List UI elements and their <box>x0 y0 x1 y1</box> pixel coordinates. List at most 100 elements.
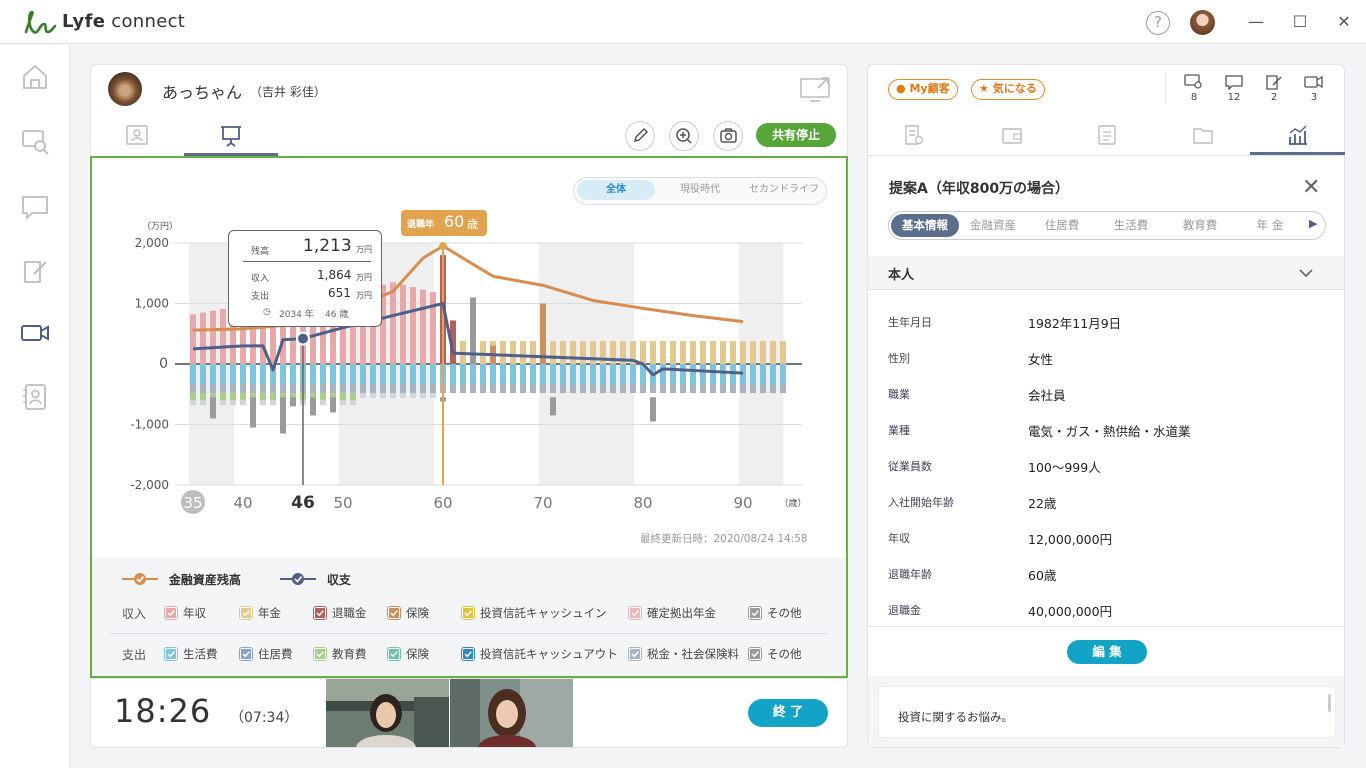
tax-expense-bar <box>540 383 546 394</box>
pension-bar <box>510 341 516 364</box>
legend-item[interactable]: 年収 <box>164 605 206 621</box>
other-expense-bar <box>310 397 316 416</box>
legend-item[interactable]: 年金 <box>239 605 281 621</box>
video-call-icon[interactable] <box>20 318 50 348</box>
pension-bar <box>780 341 786 364</box>
stat-notes[interactable]: 2 <box>1259 74 1289 103</box>
y-unit-label: （万円） <box>142 221 178 232</box>
pill-housing[interactable]: 住居費 <box>1032 214 1092 237</box>
living-expense-bar <box>210 364 216 384</box>
insurance-expense-bar <box>320 400 326 406</box>
x-tick-label: 90 <box>733 494 752 512</box>
legend-item[interactable]: 確定拠出年金 <box>628 605 716 621</box>
legend-item[interactable]: その他 <box>748 646 802 662</box>
checkbox-icon <box>313 606 327 620</box>
pen-button[interactable] <box>625 121 655 151</box>
camera-button[interactable] <box>713 121 743 151</box>
legend-item[interactable]: 保険 <box>387 605 429 621</box>
close-window-button[interactable]: ✕ <box>1334 12 1354 32</box>
tag-my-customer[interactable]: ● My顧客 <box>888 79 958 100</box>
chart-tooltip: 残高 1,213 万円 収入 1,864 万円 支出 651 万円 ◷ 2034… <box>228 230 382 327</box>
tax-expense-bar <box>290 383 296 394</box>
pill-next-arrow-icon[interactable]: ▶ <box>1309 217 1317 230</box>
wallet-tab-icon[interactable] <box>1001 124 1023 146</box>
profile-tab-icon[interactable] <box>126 125 148 145</box>
user-avatar[interactable] <box>1190 10 1215 35</box>
education-expense-bar <box>340 393 346 401</box>
tax-expense-bar <box>410 383 416 394</box>
stat-messages[interactable]: 12 <box>1219 74 1249 103</box>
checkbox-icon <box>628 647 642 661</box>
living-expense-bar <box>360 364 366 384</box>
screen-share-icon[interactable] <box>800 76 832 102</box>
analytics-tab-icon[interactable] <box>1287 124 1309 146</box>
presentation-tab-icon[interactable] <box>219 124 243 148</box>
legend-expense-label: 支出 <box>122 648 147 662</box>
edit-button[interactable]: 編 集 <box>1067 640 1147 664</box>
tax-expense-bar <box>560 383 566 394</box>
tag-watch[interactable]: ★ 気になる <box>971 79 1045 100</box>
document-tab-icon[interactable] <box>903 124 925 146</box>
stat-customer-chat[interactable]: 8 <box>1179 74 1209 103</box>
x-tick-label: 46 <box>291 493 315 513</box>
tag-label: 気になる <box>992 82 1037 95</box>
income-bar <box>190 314 196 364</box>
customer-search-icon[interactable] <box>20 126 50 156</box>
tax-expense-bar <box>640 383 646 394</box>
tax-expense-bar <box>720 383 726 394</box>
chat-icon[interactable] <box>20 192 50 222</box>
insurance-expense-bar <box>230 400 236 406</box>
legend-item[interactable]: 教育費 <box>313 646 367 662</box>
tax-expense-bar <box>390 383 396 394</box>
stop-sharing-button[interactable]: 共有停止 <box>756 123 836 147</box>
living-expense-bar <box>620 364 626 384</box>
legend-item-label: 保険 <box>406 606 429 620</box>
contacts-icon[interactable] <box>20 382 50 412</box>
note-edit-icon[interactable] <box>20 256 50 286</box>
list-tab-icon[interactable] <box>1096 124 1118 146</box>
legend-item[interactable]: 投資信託キャッシュアウト <box>461 646 618 662</box>
pension-bar <box>700 341 706 364</box>
zoom-button[interactable] <box>669 121 699 151</box>
insurance-expense-bar <box>380 393 386 398</box>
pill-financial-assets[interactable]: 金融資産 <box>962 214 1024 237</box>
info-row-value: 40,000,000円 <box>1028 604 1113 619</box>
legend-item[interactable]: 生活費 <box>164 646 218 662</box>
legend-item[interactable]: その他 <box>748 605 802 621</box>
pill-basic-info[interactable]: 基本情報 <box>891 214 959 237</box>
home-icon[interactable] <box>20 62 50 92</box>
section-header-self[interactable]: 本人 <box>868 256 1344 290</box>
segment-working[interactable]: 現役時代 <box>660 180 740 200</box>
segment-all[interactable]: 全体 <box>577 180 655 200</box>
legend-item[interactable]: 退職金 <box>313 605 367 621</box>
living-expense-bar <box>220 364 226 384</box>
tax-expense-bar <box>700 383 706 394</box>
insurance-expense-bar <box>260 400 266 406</box>
insurance-income-bar <box>540 303 546 364</box>
folder-tab-icon[interactable] <box>1192 124 1214 146</box>
help-icon[interactable]: ? <box>1146 11 1170 35</box>
segment-second-life[interactable]: セカンドライフ <box>742 180 826 200</box>
pill-education[interactable]: 教育費 <box>1170 214 1230 237</box>
tax-expense-bar <box>470 383 476 394</box>
pill-living[interactable]: 生活費 <box>1101 214 1161 237</box>
legend-item[interactable]: 住居費 <box>239 646 293 662</box>
memo-scrollbar[interactable] <box>1328 694 1331 712</box>
legend-line-item[interactable]: 収支 <box>279 571 351 588</box>
maximize-button[interactable]: ☐ <box>1290 12 1310 32</box>
memo-text: 投資に関するお悩み。 <box>898 710 1013 724</box>
close-proposal-button[interactable]: ✕ <box>1302 175 1320 200</box>
pill-pension[interactable]: 年 金 <box>1240 214 1300 237</box>
legend-line-item[interactable]: 金融資産残高 <box>121 571 241 588</box>
cashflow-chart: 2,000 1,000 0 -1,000 -2,000 （万円） 35 40 46 50 60 70 8… <box>130 221 807 514</box>
legend-item[interactable]: 投資信託キャッシュイン <box>461 605 607 621</box>
end-call-button[interactable]: 終 了 <box>748 699 828 727</box>
tax-expense-bar <box>250 383 256 394</box>
customer-nickname: あっちゃん <box>162 83 243 102</box>
retirement-badge: 退職年 60 歳 <box>401 210 487 236</box>
legend-item[interactable]: 税金・社会保険料 <box>628 646 739 662</box>
tax-expense-bar <box>590 383 596 394</box>
stat-video[interactable]: 3 <box>1299 74 1329 103</box>
minimize-button[interactable]: — <box>1246 12 1266 32</box>
legend-item[interactable]: 保険 <box>387 646 429 662</box>
